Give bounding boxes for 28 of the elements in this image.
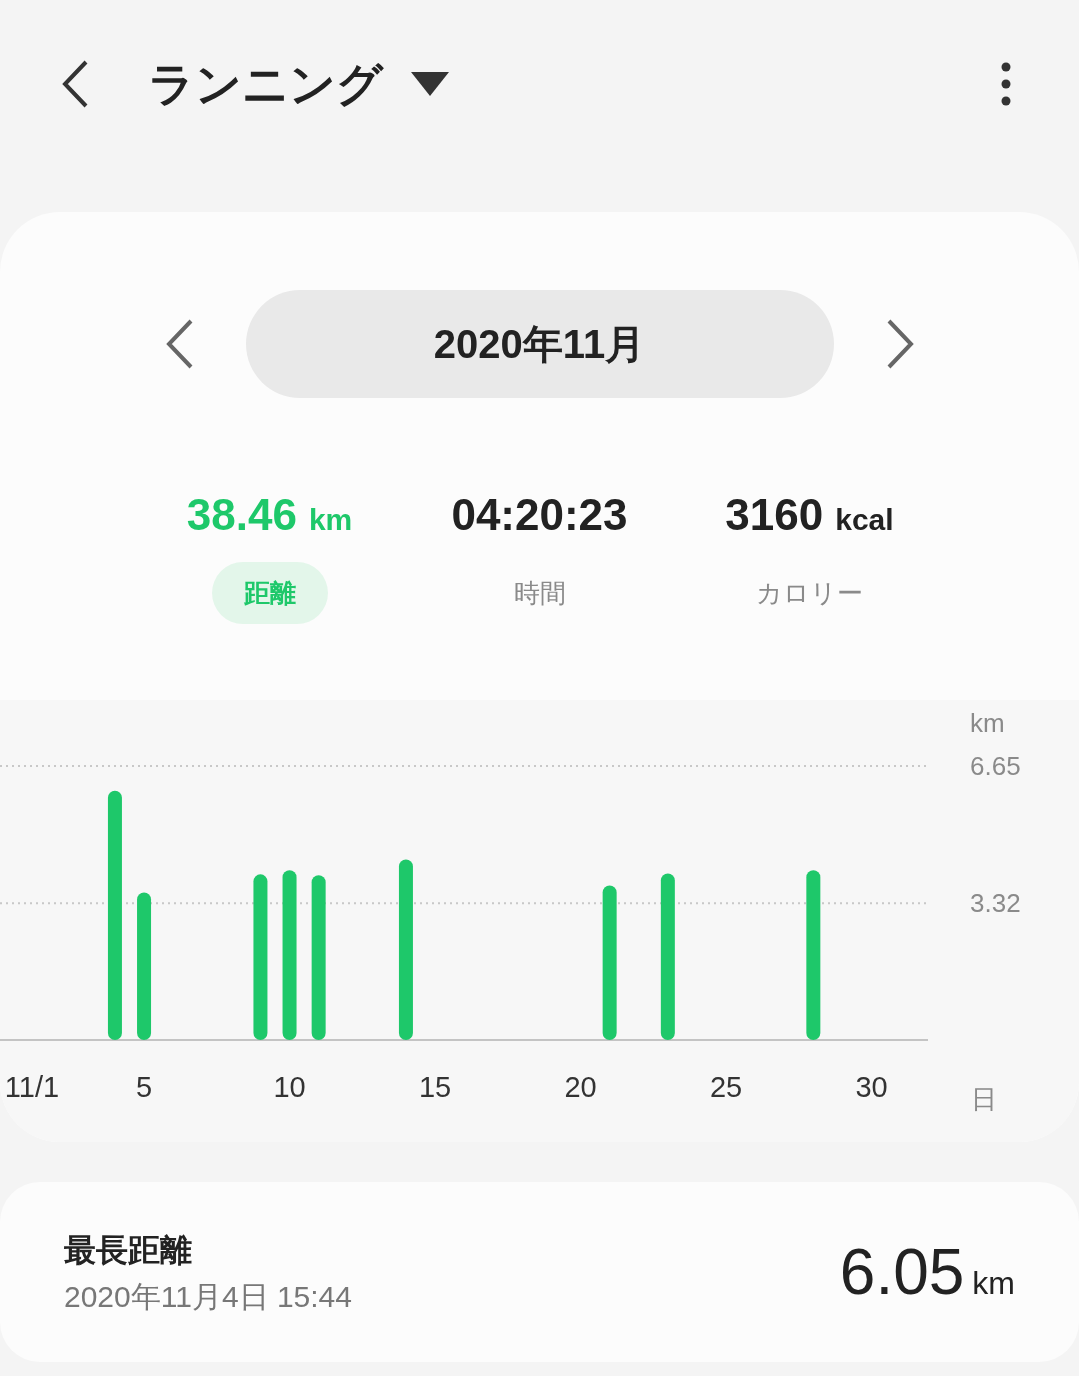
x-tick-label: 10 xyxy=(273,1071,306,1103)
x-tick-label: 5 xyxy=(135,1071,153,1103)
stat-value: 38.46 km xyxy=(186,489,353,541)
x-tick-label: 20 xyxy=(564,1071,597,1103)
next-button[interactable] xyxy=(885,318,916,370)
stat-tab[interactable]: 距離 xyxy=(211,562,328,624)
x-tick-label: 30 xyxy=(855,1071,888,1103)
stat-value: 3160 kcal xyxy=(725,489,894,541)
stat-tab[interactable]: カロリー xyxy=(724,562,895,624)
month-label: 2020年11月 xyxy=(245,290,834,398)
page-title: ランニング xyxy=(148,56,383,112)
y-tick-label: 6.65 xyxy=(970,751,1021,781)
record-value: 6.05 km xyxy=(839,1235,1015,1310)
record-datetime: 2020年11月4日 15:44 xyxy=(64,1278,352,1315)
more-icon xyxy=(1001,62,1011,106)
chevron-right-icon xyxy=(885,318,916,370)
stat-value: 04:20:23 xyxy=(451,489,628,541)
axis-unit: km xyxy=(970,708,1005,738)
y-tick-label: 3.32 xyxy=(970,888,1021,919)
axis-unit: 日 xyxy=(971,1084,997,1114)
caret-icon xyxy=(411,72,449,96)
x-tick-label: 11/1 xyxy=(4,1071,60,1103)
dropdown-button[interactable] xyxy=(411,72,449,96)
x-tick-label: 15 xyxy=(418,1071,452,1103)
stat-tab[interactable]: 時間 xyxy=(481,562,598,624)
x-tick-label: 25 xyxy=(709,1071,743,1103)
back-icon xyxy=(60,59,90,109)
record-label: 最長距離 xyxy=(64,1230,193,1270)
